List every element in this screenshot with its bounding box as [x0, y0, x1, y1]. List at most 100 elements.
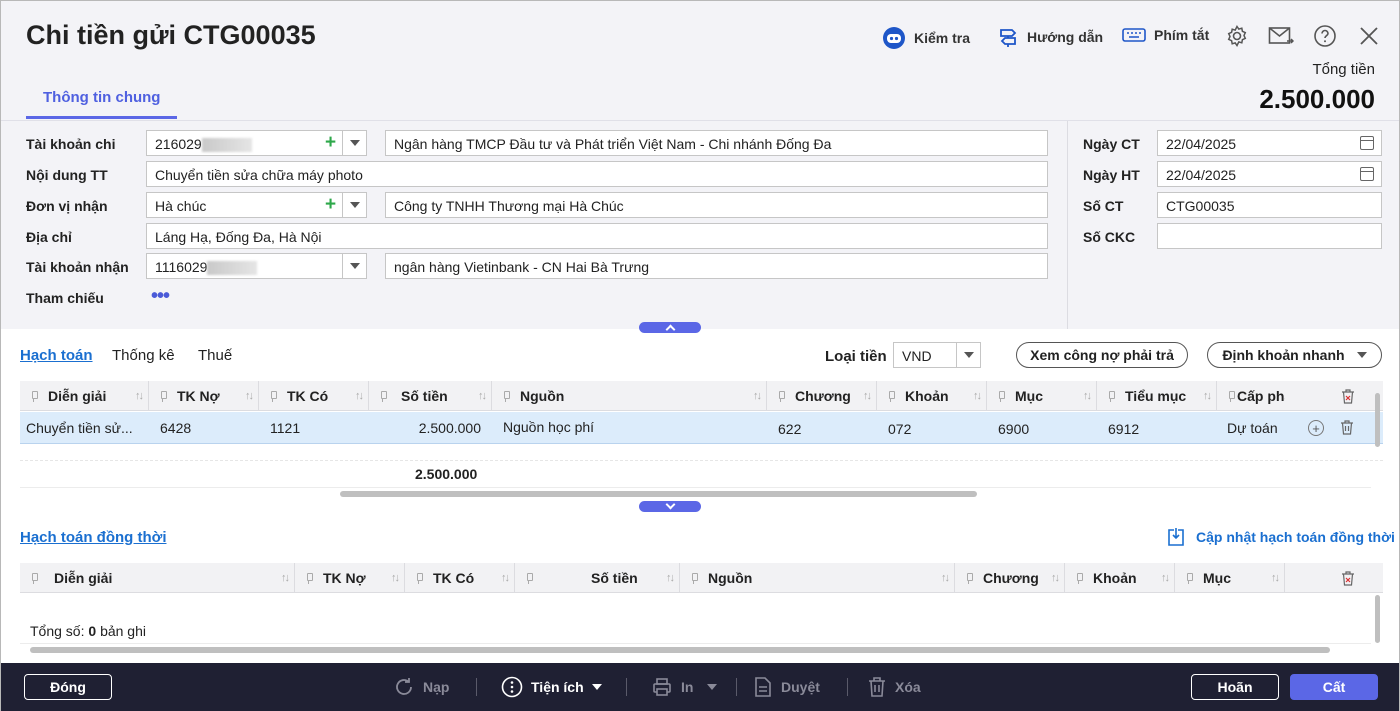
cell-chapter[interactable]: 622 — [772, 412, 877, 444]
col-subitem[interactable]: Tiểu mục ↑↓ — [1097, 381, 1217, 411]
close-button[interactable]: Đóng — [24, 674, 112, 700]
sort-icon[interactable]: ↑↓ — [281, 572, 290, 584]
sort-icon[interactable]: ↑↓ — [666, 572, 675, 584]
recv-bank-field[interactable]: ngân hàng Vietinbank - CN Hai Bà Trưng — [385, 253, 1048, 279]
view-debt-button[interactable]: Xem công nợ phải trả — [1016, 342, 1188, 368]
sort-icon[interactable]: ↑↓ — [1203, 390, 1212, 402]
col-section[interactable]: Khoản ↑↓ — [877, 381, 987, 411]
col-chapter[interactable]: Chương ↑↓ — [767, 381, 877, 411]
dropdown-button[interactable] — [956, 343, 980, 367]
save-button[interactable]: Cất — [1290, 674, 1378, 700]
utilities-button[interactable]: Tiện ích — [501, 676, 602, 698]
address-field[interactable]: Láng Hạ, Đống Đa, Hà Nội — [146, 223, 1048, 249]
voucher-date-field[interactable]: 22/04/2025 — [1157, 130, 1382, 156]
pin-icon[interactable] — [1075, 572, 1083, 584]
col-chapter[interactable]: Chương ↑↓ — [955, 563, 1065, 593]
pin-icon[interactable] — [965, 572, 973, 584]
vertical-scrollbar[interactable] — [1375, 393, 1380, 447]
pin-icon[interactable] — [415, 572, 423, 584]
cell-item[interactable]: 6900 — [992, 412, 1097, 444]
cell-allocation[interactable]: Dự toán — [1221, 412, 1291, 444]
tab-tax[interactable]: Thuế — [198, 347, 232, 364]
tab-accounting[interactable]: Hạch toán — [20, 347, 93, 364]
delete-all-icon[interactable] — [1341, 571, 1355, 586]
col-description[interactable]: Diễn giải ↑↓ — [20, 563, 295, 593]
dropdown-button[interactable] — [342, 193, 366, 217]
col-section[interactable]: Khoản ↑↓ — [1065, 563, 1175, 593]
col-amount[interactable]: Số tiền ↑↓ — [515, 563, 680, 593]
calendar-icon[interactable] — [1360, 136, 1374, 150]
sort-icon[interactable]: ↑↓ — [863, 390, 872, 402]
horizontal-scrollbar[interactable] — [20, 487, 1371, 499]
pin-icon[interactable] — [269, 390, 277, 402]
col-item[interactable]: Mục ↑↓ — [1175, 563, 1285, 593]
currency-select[interactable]: VND — [893, 342, 981, 368]
help-icon[interactable] — [1312, 23, 1338, 49]
collapse-header-button[interactable] — [639, 322, 701, 335]
ckc-field[interactable] — [1157, 223, 1382, 249]
pin-icon[interactable] — [887, 390, 895, 402]
col-item[interactable]: Mục ↑↓ — [987, 381, 1097, 411]
posting-date-field[interactable]: 22/04/2025 — [1157, 161, 1382, 187]
shortcut-button[interactable]: Phím tắt — [1122, 26, 1209, 44]
col-debit[interactable]: TK Nợ ↑↓ — [295, 563, 405, 593]
simultaneous-title[interactable]: Hạch toán đồng thời — [20, 529, 166, 546]
col-credit[interactable]: TK Có ↑↓ — [405, 563, 515, 593]
cell-amount[interactable]: 2.500.000 — [369, 412, 487, 444]
pin-icon[interactable] — [777, 390, 785, 402]
receiver-name-field[interactable]: Công ty TNHH Thương mại Hà Chúc — [385, 192, 1048, 218]
scroll-thumb[interactable] — [30, 647, 1330, 653]
col-debit[interactable]: TK Nợ ↑↓ — [149, 381, 259, 411]
pin-icon[interactable] — [379, 390, 387, 402]
approve-button[interactable]: Duyệt — [753, 676, 820, 698]
horizontal-scrollbar[interactable] — [20, 643, 1371, 655]
sort-icon[interactable]: ↑↓ — [941, 572, 950, 584]
delete-all-icon[interactable] — [1341, 389, 1355, 404]
bank-name-field[interactable]: Ngân hàng TMCP Đầu tư và Phát triển Việt… — [385, 130, 1048, 156]
dropdown-button[interactable] — [342, 254, 366, 278]
col-source[interactable]: Nguồn ↑↓ — [492, 381, 767, 411]
cancel-button[interactable]: Hoãn — [1191, 674, 1279, 700]
sort-icon[interactable]: ↑↓ — [391, 572, 400, 584]
pin-icon[interactable] — [1185, 572, 1193, 584]
pin-icon[interactable] — [525, 572, 533, 584]
pin-icon[interactable] — [30, 572, 38, 584]
add-icon[interactable]: + — [325, 195, 336, 214]
sort-icon[interactable]: ↑↓ — [753, 390, 762, 402]
collapse-grid-button[interactable] — [639, 499, 701, 512]
sort-icon[interactable]: ↑↓ — [1271, 572, 1280, 584]
cell-subitem[interactable]: 6912 — [1102, 412, 1217, 444]
print-button[interactable]: In — [651, 676, 718, 698]
pin-icon[interactable] — [690, 572, 698, 584]
quick-entry-button[interactable]: Định khoản nhanh — [1207, 342, 1382, 368]
sort-icon[interactable]: ↑↓ — [1161, 572, 1170, 584]
pin-icon[interactable] — [1107, 390, 1115, 402]
sort-icon[interactable]: ↑↓ — [245, 390, 254, 402]
content-field[interactable]: Chuyển tiền sửa chữa máy photo — [146, 161, 1048, 187]
table-row[interactable]: Chuyển tiền sử... 6428 1121 2.500.000 Ng… — [20, 412, 1383, 444]
vertical-scrollbar[interactable] — [1375, 595, 1380, 643]
guide-button[interactable]: Hướng dẫn — [997, 26, 1103, 48]
scroll-thumb[interactable] — [340, 491, 977, 497]
sort-icon[interactable]: ↑↓ — [135, 390, 144, 402]
mail-icon[interactable] — [1268, 23, 1294, 49]
more-icon[interactable]: ••• — [151, 286, 170, 306]
cell-debit[interactable]: 6428 — [154, 412, 259, 444]
sort-icon[interactable]: ↑↓ — [1051, 572, 1060, 584]
pin-icon[interactable] — [997, 390, 1005, 402]
col-allocation[interactable]: Cấp phát — [1217, 381, 1285, 411]
sort-icon[interactable]: ↑↓ — [478, 390, 487, 402]
add-icon[interactable]: + — [325, 133, 336, 152]
cell-credit[interactable]: 1121 — [264, 412, 369, 444]
update-simultaneous-button[interactable]: Cập nhật hạch toán đồng thời — [1166, 527, 1395, 547]
sort-icon[interactable]: ↑↓ — [973, 390, 982, 402]
check-button[interactable]: Kiểm tra — [882, 26, 970, 50]
close-icon[interactable] — [1356, 23, 1382, 49]
dropdown-button[interactable] — [342, 131, 366, 155]
gear-icon[interactable] — [1224, 23, 1250, 49]
pin-icon[interactable] — [305, 572, 313, 584]
tab-statistics[interactable]: Thống kê — [112, 347, 175, 364]
col-description[interactable]: Diễn giải ↑↓ — [20, 381, 149, 411]
delete-button[interactable]: Xóa — [867, 676, 921, 698]
calendar-icon[interactable] — [1360, 167, 1374, 181]
